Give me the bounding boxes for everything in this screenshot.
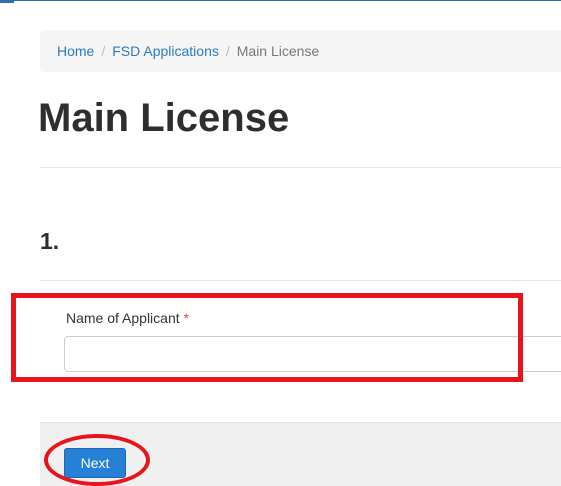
title-divider <box>40 167 561 168</box>
breadcrumb-home-link[interactable]: Home <box>57 43 94 59</box>
top-rule <box>0 0 561 1</box>
section-divider <box>40 280 561 281</box>
required-marker: * <box>183 310 189 326</box>
page-title: Main License <box>38 96 290 140</box>
breadcrumb-separator: / <box>101 43 106 59</box>
applicant-name-label: Name of Applicant * <box>66 310 189 327</box>
applicant-name-label-text: Name of Applicant <box>66 310 180 326</box>
section-number: 1. <box>40 228 60 254</box>
breadcrumb-separator: / <box>225 43 230 59</box>
breadcrumb-fsd-applications-link[interactable]: FSD Applications <box>112 43 219 59</box>
breadcrumb-current: Main License <box>236 43 320 59</box>
top-rule-accent <box>0 0 14 3</box>
next-button[interactable]: Next <box>64 448 126 478</box>
breadcrumb: Home / FSD Applications / Main License <box>40 30 561 72</box>
applicant-name-input[interactable] <box>64 336 561 372</box>
